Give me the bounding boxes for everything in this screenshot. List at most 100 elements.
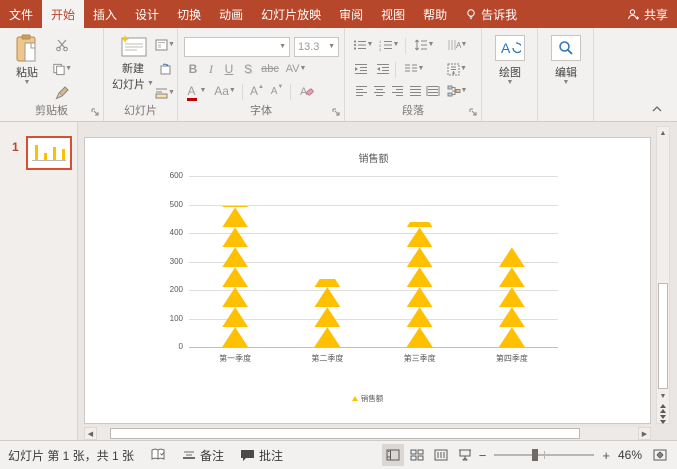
slide-canvas[interactable]: 销售额 600 500 400 300 200 100 0 第一季度 第二季度 第三季度 第四季度 … xyxy=(84,137,651,424)
decrease-indent-button[interactable] xyxy=(351,60,371,78)
slide-number: 1 xyxy=(12,140,19,154)
indent-icon xyxy=(377,64,389,74)
horizontal-scrollbar[interactable]: ◀ ▶ xyxy=(84,427,651,440)
underline-button[interactable]: U xyxy=(222,60,236,78)
tab-view[interactable]: 视图 xyxy=(372,0,414,28)
increase-indent-button[interactable] xyxy=(373,60,393,78)
triangle-segment xyxy=(222,207,249,228)
group-edit: 编辑 ▼ xyxy=(538,28,594,121)
tab-transitions[interactable]: 切换 xyxy=(168,0,210,28)
vertical-scroll-thumb[interactable] xyxy=(658,283,668,389)
group-font: ▼ 13.3 ▼ B I U S abc AV ▼ A ▼ Aa ▼ A ▲ A ▼ A … xyxy=(178,28,345,121)
slide-sorter-view-button[interactable] xyxy=(406,444,428,466)
font-color-button[interactable]: A ▼ xyxy=(186,82,208,101)
powerpoint-window: 文件 开始 插入 设计 切换 动画 幻灯片放映 审阅 视图 帮助 告诉我 共享 xyxy=(0,0,677,469)
format-painter-button[interactable] xyxy=(52,84,72,102)
fit-slide-button[interactable] xyxy=(649,444,671,466)
font-dialog-launcher[interactable] xyxy=(332,108,341,117)
strikethrough-button[interactable]: abc xyxy=(259,60,281,78)
x-axis-category-label: 第二季度 xyxy=(311,354,344,363)
bullets-button[interactable]: ▼ xyxy=(351,36,375,54)
reset-icon xyxy=(160,63,170,74)
align-text-button[interactable]: ▼ xyxy=(443,60,471,78)
tab-help[interactable]: 帮助 xyxy=(414,0,456,28)
font-size-combo[interactable]: 13.3 ▼ xyxy=(294,37,339,57)
grow-font-button[interactable]: A ▲ xyxy=(248,82,266,100)
copy-button[interactable]: ▼ xyxy=(52,60,72,78)
zoom-in-button[interactable]: + xyxy=(600,448,612,463)
collapse-ribbon-button[interactable] xyxy=(651,105,665,115)
clear-formatting-button[interactable]: A xyxy=(296,82,316,100)
tell-me-box[interactable]: 告诉我 xyxy=(456,0,526,28)
vertical-scrollbar[interactable]: ▲ ▼ xyxy=(656,126,670,424)
paste-button[interactable]: 粘贴 ▼ xyxy=(8,34,46,86)
tab-review[interactable]: 审阅 xyxy=(330,0,372,28)
align-center-button[interactable] xyxy=(369,82,389,100)
outdent-icon xyxy=(355,64,367,74)
bold-button[interactable]: B xyxy=(186,60,200,78)
triangle-partial-segment xyxy=(406,221,433,228)
share-button[interactable]: 共享 xyxy=(618,0,677,28)
slide-thumbnail[interactable] xyxy=(26,136,72,170)
slide-counter: 幻灯片 第 1 张，共 1 张 xyxy=(8,448,135,463)
horizontal-scroll-thumb[interactable] xyxy=(110,428,580,439)
group-clipboard: 粘贴 ▼ ▼ 剪贴板 xyxy=(0,28,104,121)
zoom-level[interactable]: 46% xyxy=(612,441,648,469)
next-slide-button[interactable] xyxy=(657,414,669,425)
reading-view-button[interactable] xyxy=(430,444,452,466)
tab-slideshow[interactable]: 幻灯片放映 xyxy=(252,0,330,28)
italic-button[interactable]: I xyxy=(204,60,218,78)
text-direction-icon: A xyxy=(448,40,461,50)
line-spacing-button[interactable]: ▼ xyxy=(411,36,437,54)
layout-button[interactable]: ▼ xyxy=(154,36,176,54)
columns-button[interactable]: ▼ xyxy=(401,60,427,78)
tab-home[interactable]: 开始 xyxy=(42,0,85,28)
edit-button[interactable]: 编辑 ▼ xyxy=(547,35,585,86)
section-button[interactable]: ▼ xyxy=(154,84,176,102)
smartart-button[interactable]: ▼ xyxy=(443,82,471,100)
y-axis-tick-label: 500 xyxy=(169,199,183,209)
slideshow-view-button[interactable] xyxy=(454,444,476,466)
new-slide-button[interactable]: 新建 幻灯片 ▼ xyxy=(110,34,156,92)
tab-animations[interactable]: 动画 xyxy=(210,0,252,28)
comments-button[interactable]: 批注 xyxy=(232,441,291,469)
zoom-out-button[interactable]: − xyxy=(477,448,489,463)
chart-plot-area[interactable]: 600 500 400 300 200 100 0 第一季度 第二季度 第三季度 第四季度 xyxy=(170,171,558,363)
bullets-icon xyxy=(353,40,366,50)
normal-view-button[interactable] xyxy=(381,444,404,466)
triangle-shape xyxy=(406,221,433,228)
new-slide-icon xyxy=(121,35,147,57)
zoom-slider[interactable] xyxy=(494,449,595,461)
align-right-button[interactable] xyxy=(387,82,407,100)
align-left-button[interactable] xyxy=(351,82,371,100)
justify-button[interactable] xyxy=(405,82,425,100)
paragraph-dialog-launcher[interactable] xyxy=(469,108,478,117)
scroll-down-button[interactable]: ▼ xyxy=(657,390,669,403)
triangle-segment xyxy=(406,247,433,268)
triangle-segment xyxy=(498,267,525,288)
zoom-slider-thumb[interactable] xyxy=(532,449,539,461)
notes-button[interactable]: 备注 xyxy=(174,441,232,469)
spell-check-button[interactable] xyxy=(142,441,174,469)
scroll-right-button[interactable]: ▶ xyxy=(638,427,651,440)
tab-insert[interactable]: 插入 xyxy=(84,0,126,28)
clipboard-dialog-launcher[interactable] xyxy=(91,108,100,117)
tab-design[interactable]: 设计 xyxy=(126,0,168,28)
char-spacing-button[interactable]: AV ▼ xyxy=(283,60,309,78)
numbering-button[interactable]: 123 ▼ xyxy=(377,36,401,54)
triangle-partial-segment xyxy=(222,205,249,208)
reset-slide-button[interactable] xyxy=(154,60,176,78)
scroll-up-button[interactable]: ▲ xyxy=(657,127,669,140)
font-name-combo[interactable]: ▼ xyxy=(184,37,290,57)
chart-legend: 销售额 xyxy=(85,393,650,404)
change-case-button[interactable]: Aa ▼ xyxy=(212,82,238,100)
text-direction-button[interactable]: A ▼ xyxy=(443,36,471,54)
previous-slide-button[interactable] xyxy=(657,403,669,414)
text-shadow-button[interactable]: S xyxy=(241,60,255,78)
tab-file[interactable]: 文件 xyxy=(0,0,42,28)
draw-button[interactable]: A 绘图 ▼ xyxy=(491,35,529,86)
cut-button[interactable] xyxy=(52,36,72,54)
shrink-font-button[interactable]: A ▼ xyxy=(268,82,286,100)
distribute-button[interactable] xyxy=(423,82,443,100)
scroll-left-button[interactable]: ◀ xyxy=(84,427,97,440)
